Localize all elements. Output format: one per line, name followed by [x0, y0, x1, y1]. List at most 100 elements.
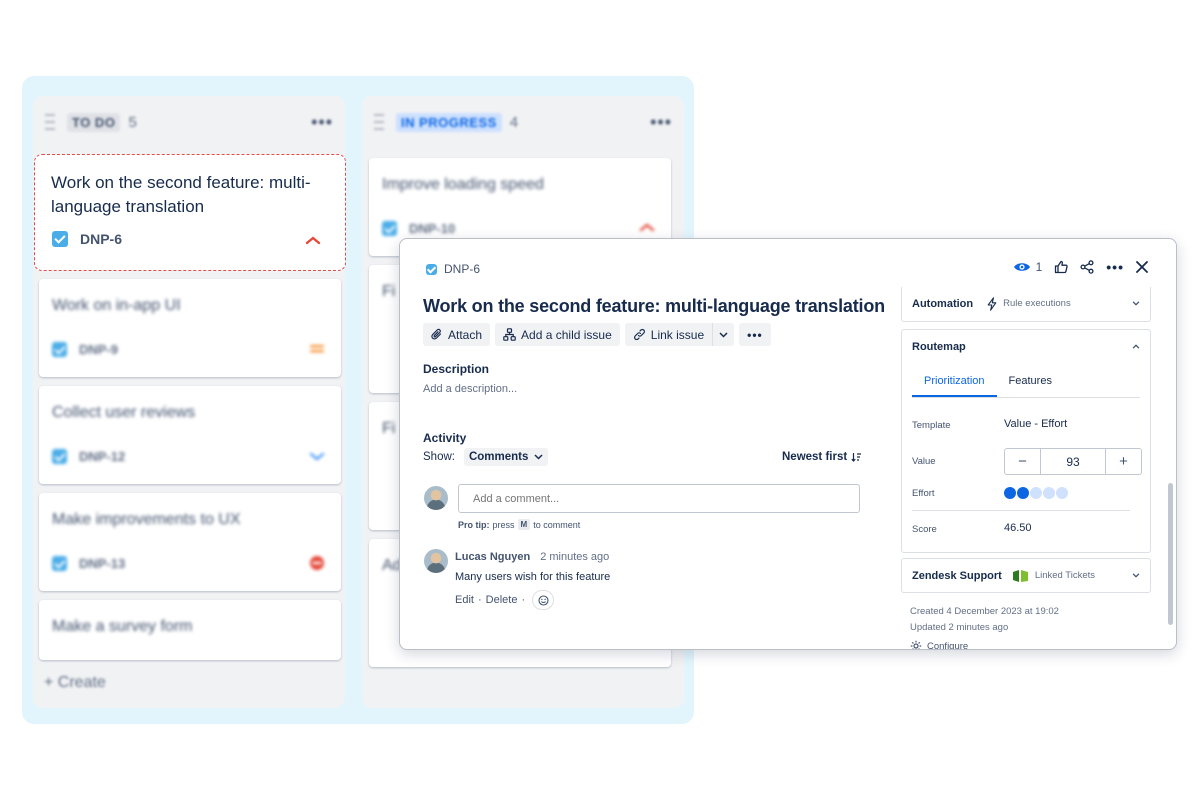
attach-button[interactable]: Attach: [423, 323, 491, 346]
board-card[interactable]: Make improvements to UX DNP-13: [39, 493, 341, 591]
story-icon: [52, 231, 68, 247]
drag-handle-icon[interactable]: [374, 114, 384, 130]
increment-button[interactable]: +: [1106, 449, 1141, 474]
priority-blocker-icon: [310, 556, 324, 570]
eye-icon: [1013, 263, 1030, 271]
current-user-avatar: [424, 486, 448, 510]
card-title: Work on the second feature: multi-langua…: [51, 173, 311, 216]
created-date: Created 4 December 2023 at 19:02: [910, 606, 1059, 617]
like-button[interactable]: [1054, 260, 1068, 274]
add-reaction-button[interactable]: [532, 590, 555, 610]
zendesk-label: Zendesk Support: [912, 569, 1002, 582]
effort-rating[interactable]: [1004, 487, 1068, 499]
activity-label: Activity: [423, 431, 467, 445]
thumbs-up-icon: [1055, 260, 1068, 274]
value-stepper: − 93 +: [1004, 448, 1142, 475]
add-child-issue-button[interactable]: Add a child issue: [495, 323, 620, 346]
effort-dot[interactable]: [1056, 487, 1068, 499]
link-issue-dropdown[interactable]: [712, 323, 735, 346]
board-card[interactable]: Collect user reviews DNP-12: [39, 386, 341, 484]
card-title: Fi: [382, 420, 396, 437]
effort-dot[interactable]: [1004, 487, 1016, 499]
link-issue-split-button: Link issue: [624, 323, 735, 346]
toolbar-more-button[interactable]: •••: [739, 323, 771, 346]
pro-tip-press: press: [492, 519, 515, 530]
story-icon: [52, 449, 67, 464]
delete-comment-button[interactable]: Delete: [486, 594, 518, 606]
issue-title[interactable]: Work on the second feature: multi-langua…: [423, 296, 885, 317]
show-label: Show:: [423, 451, 455, 463]
chevron-down-icon[interactable]: [1132, 301, 1140, 306]
scrollbar[interactable]: [1168, 483, 1173, 625]
template-value[interactable]: Value - Effort: [1004, 418, 1067, 430]
chevron-down-icon[interactable]: [1132, 573, 1140, 578]
board-card[interactable]: Make a survey form: [39, 600, 341, 660]
attach-label: Attach: [448, 327, 483, 342]
highlighted-card[interactable]: Work on the second feature: multi-langua…: [34, 154, 346, 271]
divider: [912, 510, 1130, 511]
column-title: IN PROGRESS: [396, 112, 502, 132]
zendesk-sub: Linked Tickets: [1034, 570, 1096, 581]
chevron-down-icon: [534, 454, 543, 460]
score-value: 46.50: [1004, 522, 1032, 534]
story-icon: [52, 556, 67, 571]
comment-input[interactable]: [458, 484, 860, 513]
comment-author[interactable]: Lucas Nguyen: [455, 551, 530, 563]
edit-comment-button[interactable]: Edit: [455, 594, 474, 606]
automation-label: Automation: [912, 297, 974, 310]
comment-author-avatar: [424, 549, 448, 573]
board-card[interactable]: Work on in-app UI DNP-9: [39, 279, 341, 377]
routemap-tabs: Prioritization Features: [912, 363, 1140, 398]
column-more-button[interactable]: •••: [311, 112, 333, 133]
sort-order-label: Newest first: [782, 451, 848, 463]
card-title: Make a survey form: [52, 618, 193, 635]
effort-dot[interactable]: [1030, 487, 1042, 499]
priority-medium-icon: [310, 345, 324, 353]
share-button[interactable]: [1080, 260, 1094, 274]
lightning-icon: [987, 296, 997, 311]
column-count: 5: [128, 113, 137, 131]
effort-dot[interactable]: [1017, 487, 1029, 499]
comment-actions: Edit · Delete ·: [455, 590, 555, 610]
automation-panel[interactable]: Automation Rule executions: [901, 287, 1151, 322]
zendesk-header: Zendesk Support Linked Tickets: [902, 559, 1150, 592]
issue-actions: 1 •••: [1013, 259, 1148, 275]
comment-header: Lucas Nguyen 2 minutes ago: [455, 551, 609, 563]
separator: ·: [521, 594, 526, 606]
routemap-header[interactable]: Routemap: [902, 330, 1150, 363]
create-issue-button[interactable]: + Create: [44, 674, 106, 692]
issue-detail-modal: DNP-6 1 ••• Work on the second feature: …: [399, 238, 1177, 650]
sort-order-button[interactable]: Newest first: [782, 451, 862, 463]
routemap-label: Routemap: [912, 340, 966, 353]
card-title: Collect user reviews: [52, 404, 196, 421]
effort-dot[interactable]: [1043, 487, 1055, 499]
column-more-button[interactable]: •••: [650, 112, 672, 133]
value-field[interactable]: 93: [1040, 449, 1106, 474]
close-button[interactable]: [1136, 261, 1148, 273]
card-key: DNP-13: [52, 556, 125, 571]
zendesk-logo-icon: [1012, 569, 1028, 582]
decrement-button[interactable]: −: [1005, 449, 1040, 474]
more-actions-button[interactable]: •••: [1106, 259, 1124, 275]
card-title: Work on in-app UI: [52, 297, 181, 314]
story-icon: [382, 221, 397, 236]
chevron-up-icon[interactable]: [1132, 344, 1140, 349]
zendesk-panel[interactable]: Zendesk Support Linked Tickets: [901, 558, 1151, 593]
priority-low-icon: [309, 452, 325, 461]
link-issue-button[interactable]: Link issue: [624, 323, 713, 346]
description-field[interactable]: Add a description...: [423, 383, 517, 395]
configure-button[interactable]: Configure: [910, 640, 968, 649]
sort-icon: [851, 453, 862, 462]
tab-features[interactable]: Features: [997, 375, 1064, 397]
watch-button[interactable]: 1: [1013, 260, 1042, 274]
issue-breadcrumb[interactable]: DNP-6: [426, 262, 480, 276]
priority-high-icon: [305, 236, 321, 245]
drag-handle-icon[interactable]: [45, 114, 55, 130]
close-icon: [1136, 261, 1148, 273]
card-key: DNP-6: [52, 231, 122, 247]
card-key: DNP-10: [382, 221, 455, 236]
show-select[interactable]: Comments: [463, 448, 549, 466]
tab-prioritization[interactable]: Prioritization: [912, 375, 997, 397]
add-child-issue-label: Add a child issue: [521, 327, 612, 342]
pro-tip: Pro tip: press M to comment: [458, 519, 580, 530]
